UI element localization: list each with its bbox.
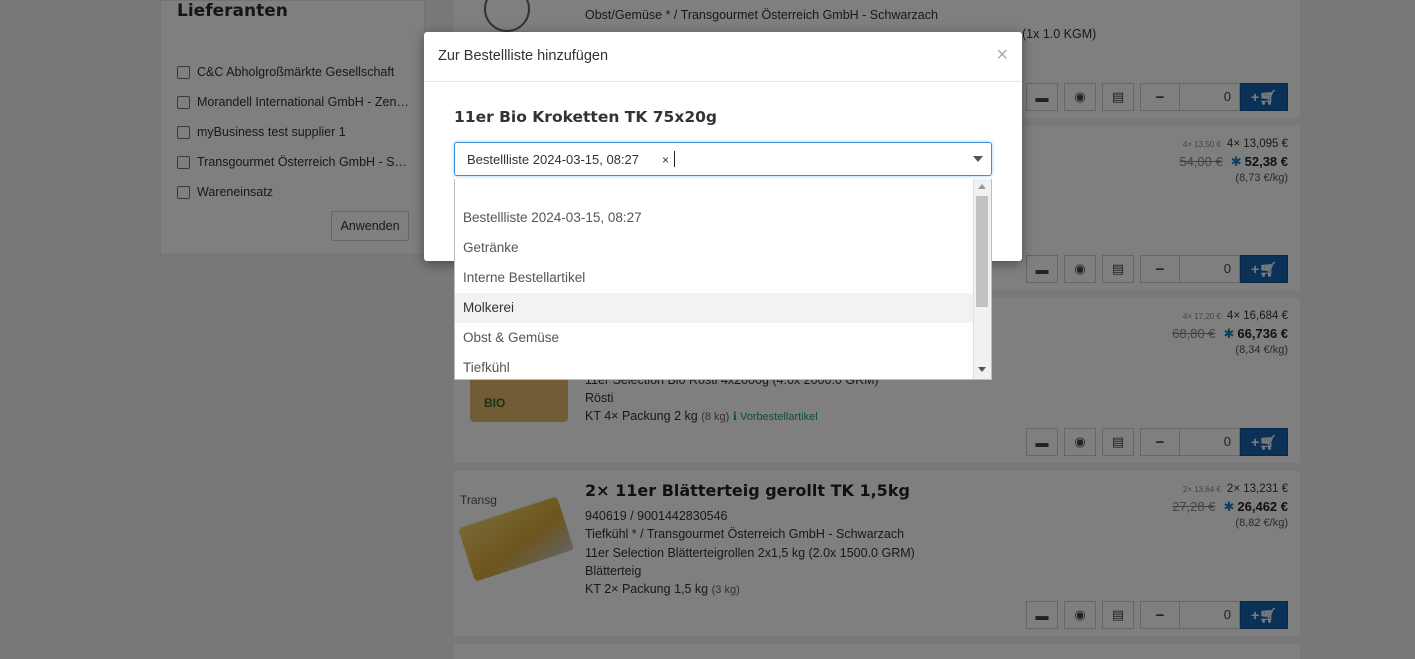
dropdown-option[interactable]: Obst & Gemüse	[455, 323, 974, 353]
modal-product-name: 11er Bio Kroketten TK 75x20g	[454, 108, 717, 126]
dropdown-options: Bestellliste 2024-03-15, 08:27 Getränke …	[455, 203, 974, 379]
modal-title: Zur Bestellliste hinzufügen	[438, 48, 609, 64]
scrollbar-thumb[interactable]	[976, 196, 988, 307]
chevron-up-icon[interactable]	[973, 156, 983, 162]
scroll-up-arrow-icon[interactable]	[978, 184, 986, 189]
dropdown-option[interactable]: Getränke	[455, 233, 974, 263]
modal-header: Zur Bestellliste hinzufügen ×	[424, 32, 1022, 82]
order-list-select[interactable]: Bestellliste 2024-03-15, 08:27 ×	[454, 142, 992, 176]
text-cursor	[674, 151, 675, 167]
close-icon[interactable]: ×	[996, 45, 1008, 65]
dropdown-option[interactable]: Tiefkühl	[455, 353, 974, 379]
dropdown-option[interactable]: Interne Bestellartikel	[455, 263, 974, 293]
dropdown-option-highlighted[interactable]: Molkerei	[455, 293, 974, 323]
dropdown-option[interactable]: Bestellliste 2024-03-15, 08:27	[455, 203, 974, 233]
scroll-down-arrow-icon[interactable]	[978, 367, 986, 372]
clear-selection-icon[interactable]: ×	[662, 153, 669, 167]
order-list-dropdown: Bestellliste 2024-03-15, 08:27 Getränke …	[454, 179, 992, 380]
dropdown-scrollbar[interactable]	[973, 179, 991, 379]
select-value: Bestellliste 2024-03-15, 08:27	[467, 152, 640, 167]
